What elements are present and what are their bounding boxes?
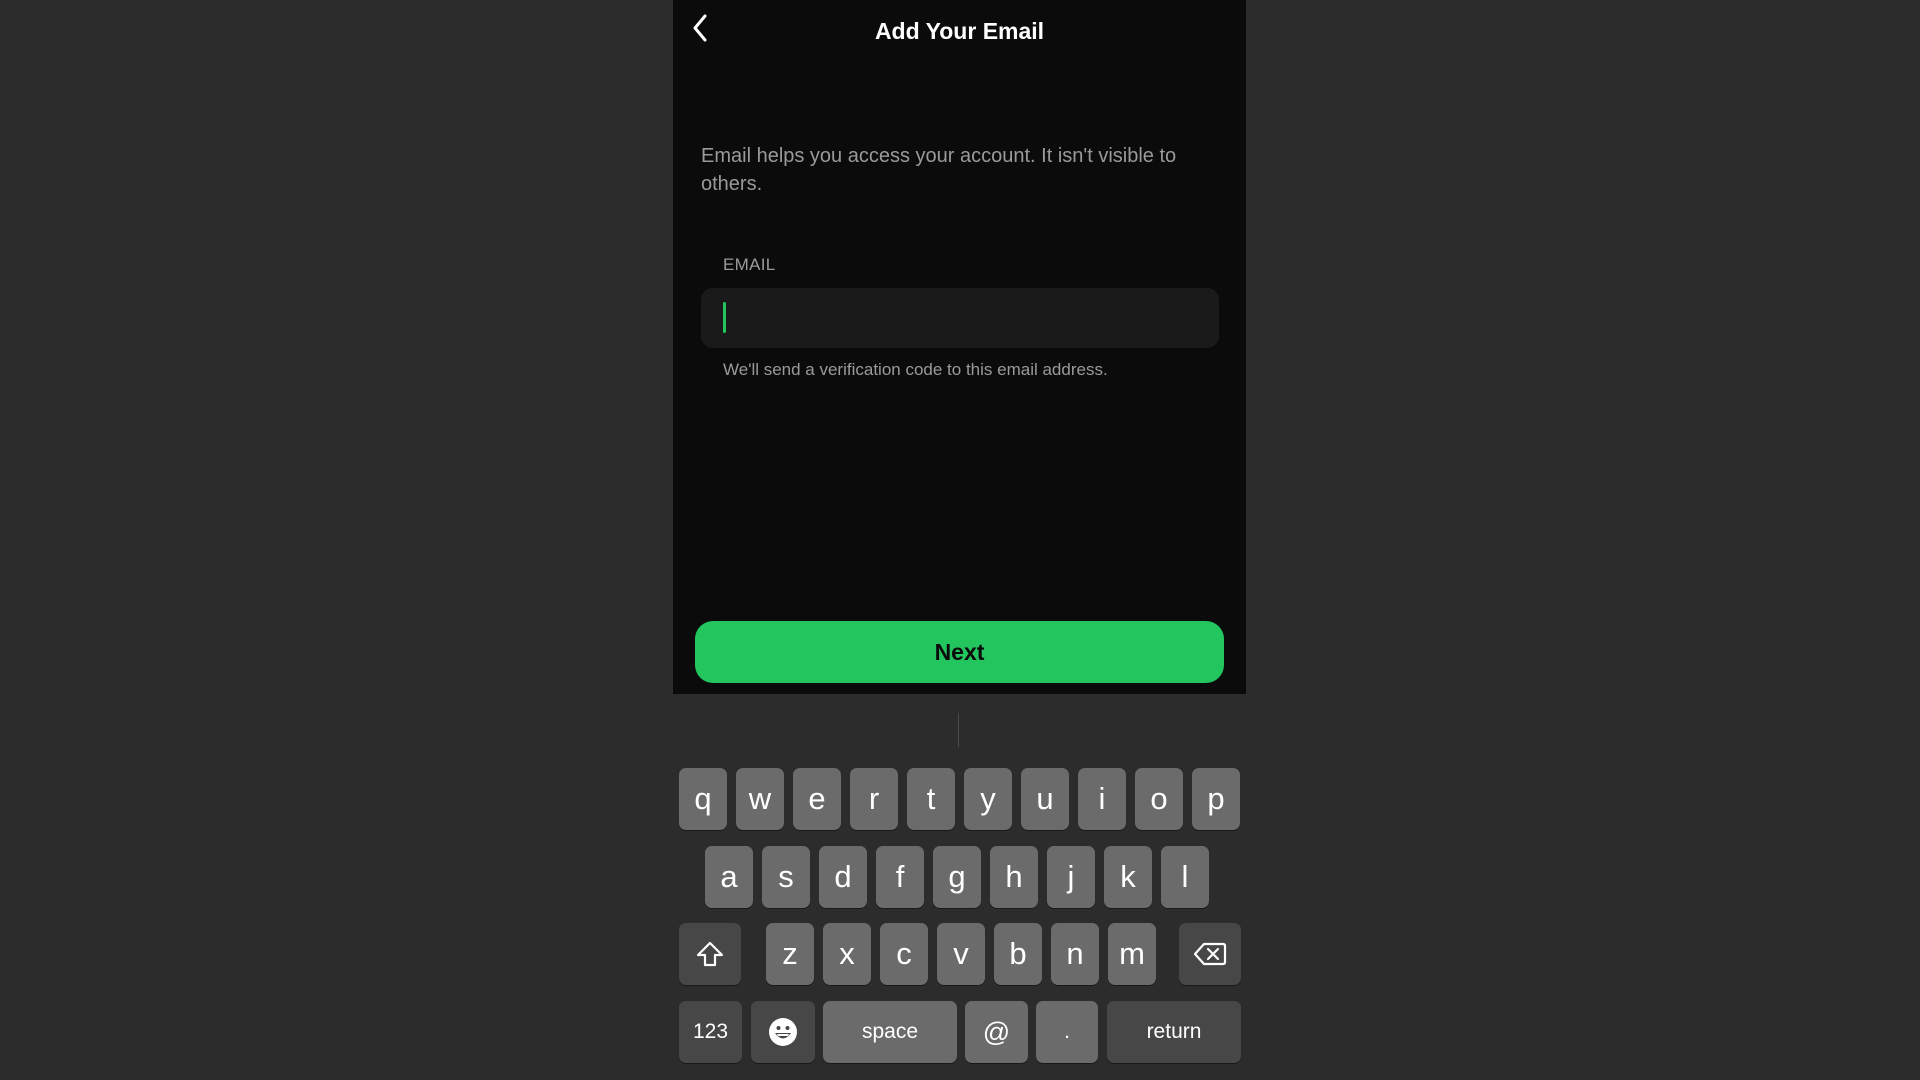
return-key[interactable]: return xyxy=(1107,1001,1241,1063)
shift-key[interactable] xyxy=(679,923,741,985)
key-w[interactable]: w xyxy=(736,768,784,830)
key-u[interactable]: u xyxy=(1021,768,1069,830)
key-t[interactable]: t xyxy=(907,768,955,830)
email-input[interactable] xyxy=(701,288,1219,348)
key-x[interactable]: x xyxy=(823,923,871,985)
key-n[interactable]: n xyxy=(1051,923,1099,985)
keyboard-divider xyxy=(958,713,959,747)
key-a[interactable]: a xyxy=(705,846,753,908)
emoji-key[interactable] xyxy=(751,1001,815,1063)
key-d[interactable]: d xyxy=(819,846,867,908)
shift-icon xyxy=(695,940,725,968)
numbers-key[interactable]: 123 xyxy=(679,1001,742,1063)
key-b[interactable]: b xyxy=(994,923,1042,985)
at-key[interactable]: @ xyxy=(965,1001,1028,1063)
key-h[interactable]: h xyxy=(990,846,1038,908)
key-r[interactable]: r xyxy=(850,768,898,830)
dot-key[interactable]: . xyxy=(1036,1001,1098,1063)
key-c[interactable]: c xyxy=(880,923,928,985)
key-k[interactable]: k xyxy=(1104,846,1152,908)
email-label: EMAIL xyxy=(723,255,776,274)
key-g[interactable]: g xyxy=(933,846,981,908)
description-text: Email helps you access your account. It … xyxy=(701,145,1177,195)
key-v[interactable]: v xyxy=(937,923,985,985)
key-z[interactable]: z xyxy=(766,923,814,985)
key-o[interactable]: o xyxy=(1135,768,1183,830)
key-p[interactable]: p xyxy=(1192,768,1240,830)
key-l[interactable]: l xyxy=(1161,846,1209,908)
delete-key[interactable] xyxy=(1179,923,1241,985)
space-key[interactable]: space xyxy=(823,1001,957,1063)
delete-icon xyxy=(1193,941,1227,967)
next-button[interactable]: Next xyxy=(695,621,1224,683)
key-s[interactable]: s xyxy=(762,846,810,908)
key-i[interactable]: i xyxy=(1078,768,1126,830)
key-q[interactable]: q xyxy=(679,768,727,830)
email-helper-text: We'll send a verification code to this e… xyxy=(723,360,1108,379)
emoji-icon xyxy=(768,1017,798,1047)
key-y[interactable]: y xyxy=(964,768,1012,830)
key-f[interactable]: f xyxy=(876,846,924,908)
page-title: Add Your Email xyxy=(874,18,1045,44)
key-j[interactable]: j xyxy=(1047,846,1095,908)
key-m[interactable]: m xyxy=(1108,923,1156,985)
key-e[interactable]: e xyxy=(793,768,841,830)
text-caret xyxy=(723,302,726,333)
